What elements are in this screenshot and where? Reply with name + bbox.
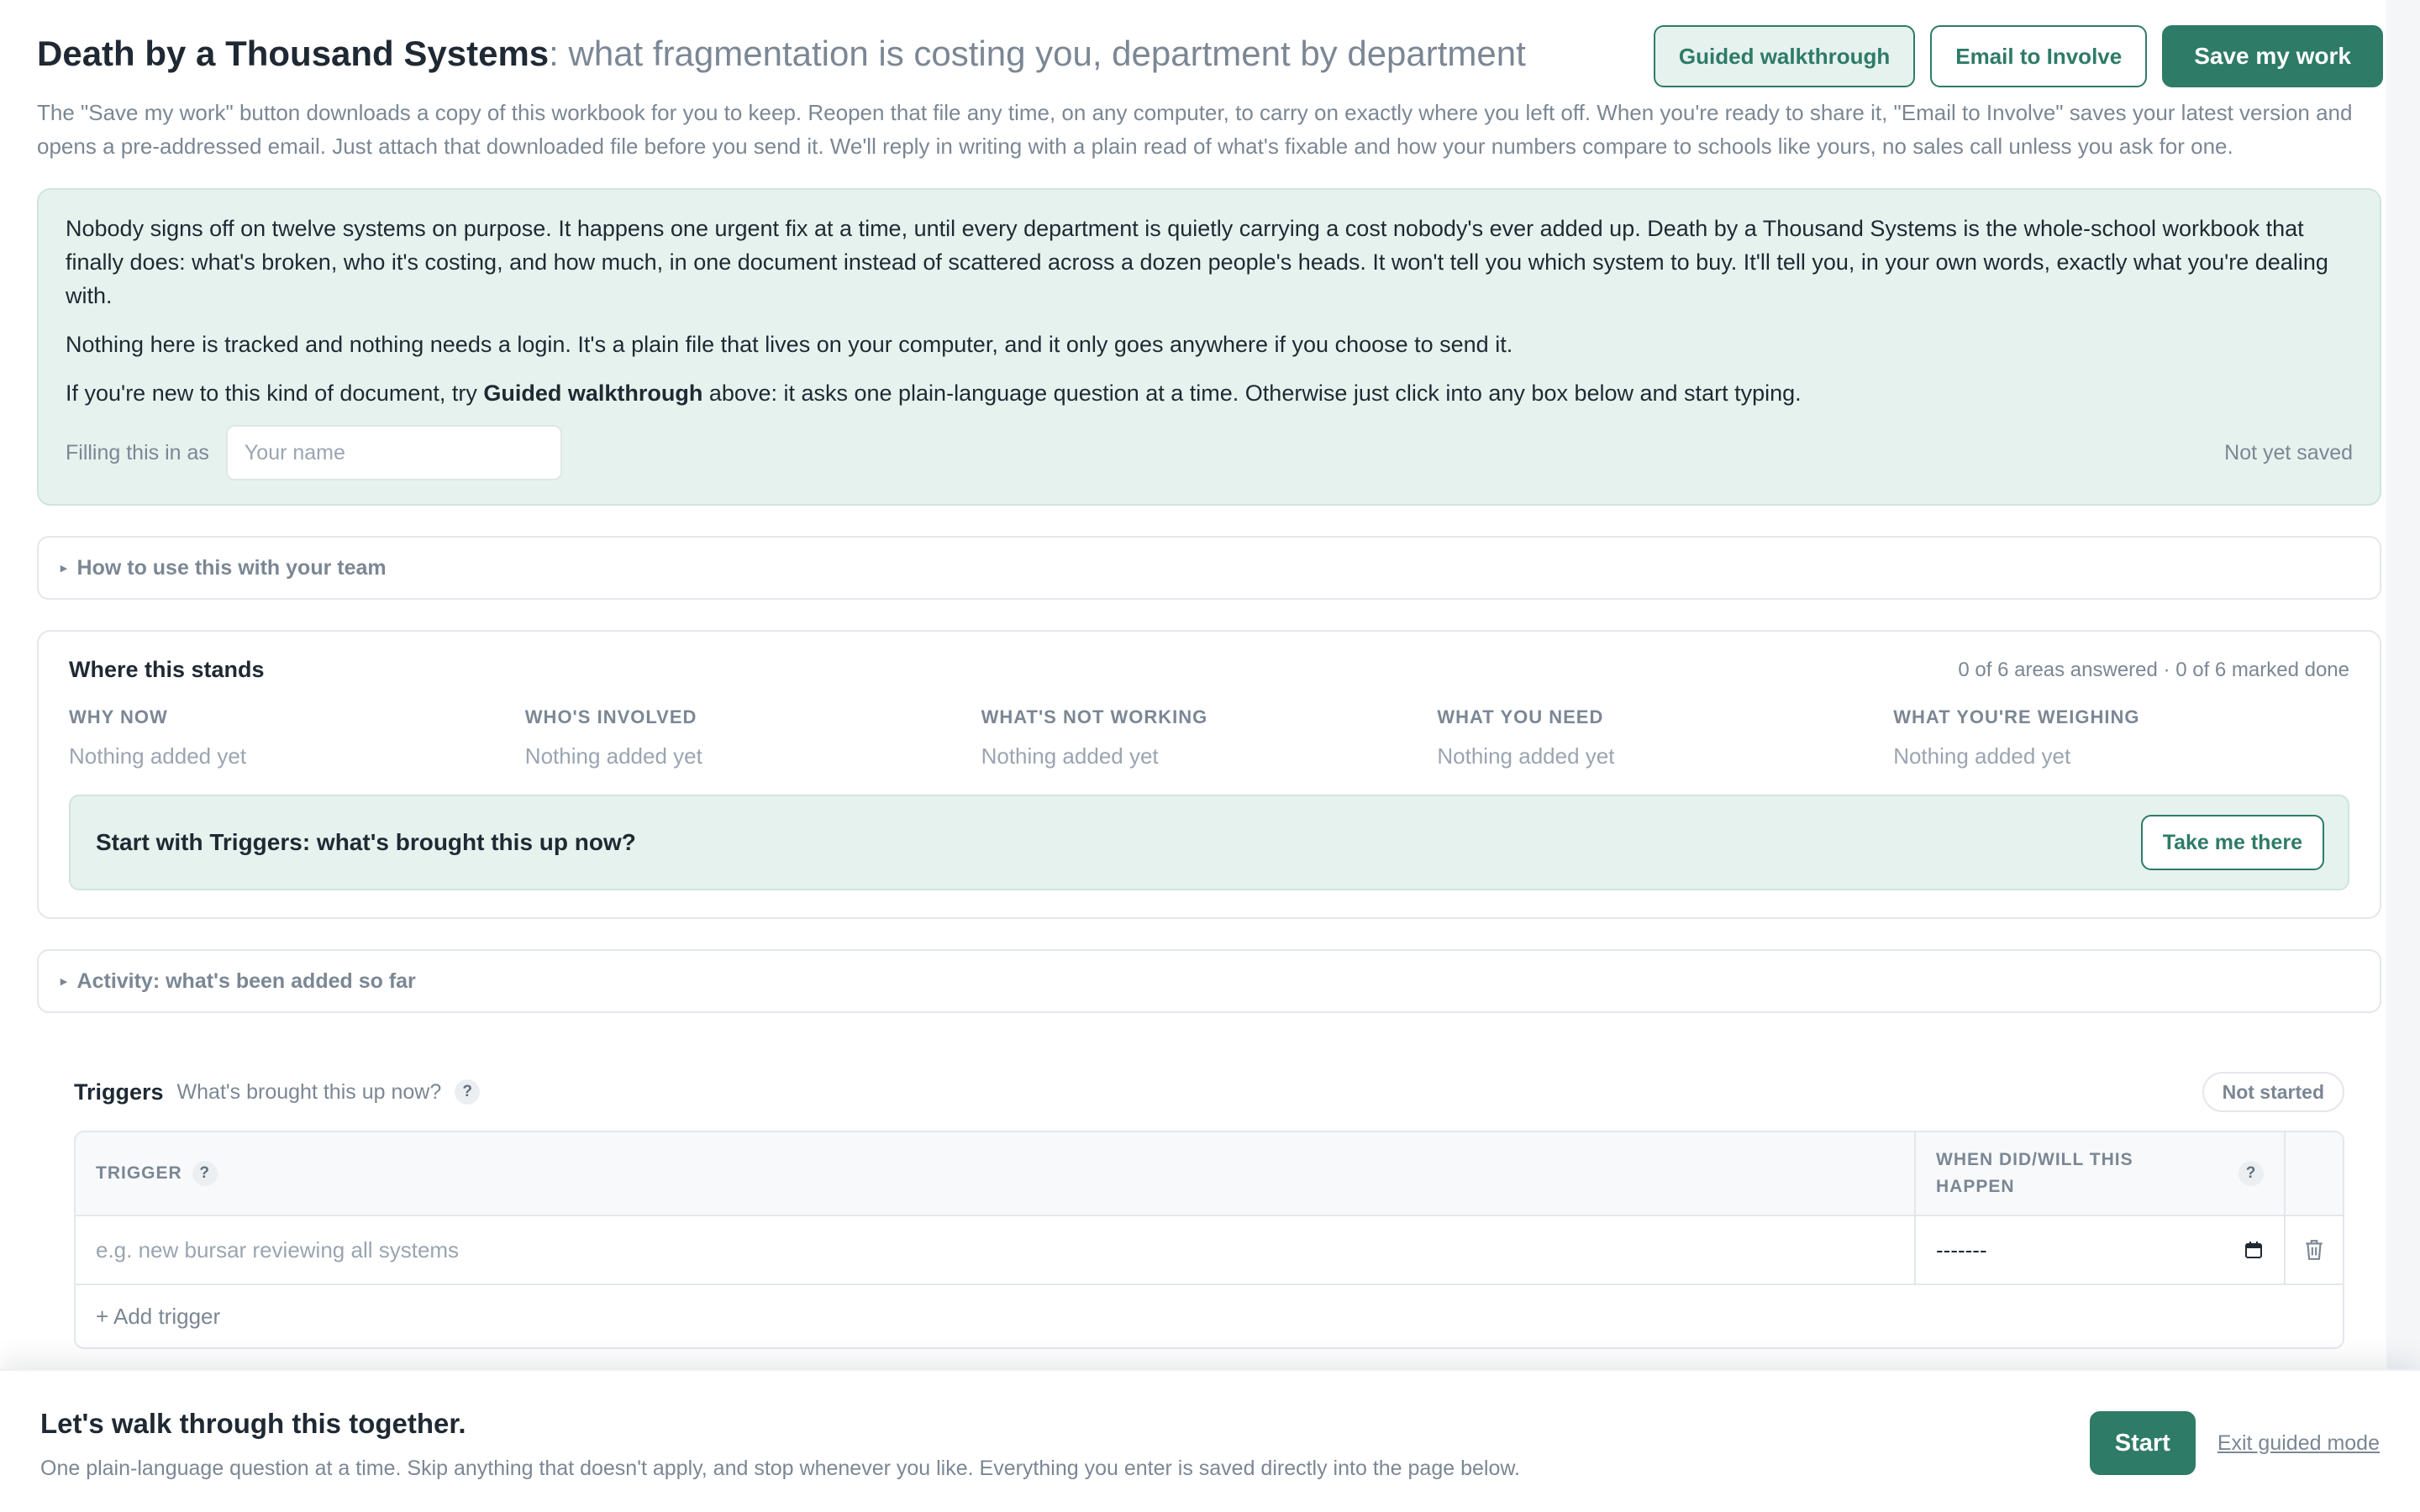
status-card: Where this stands 0 of 6 areas answered … — [37, 630, 2381, 919]
area-label: WHY NOW — [69, 706, 168, 727]
column-label: WHEN DID/WILL THIS HAPPEN — [1936, 1150, 2133, 1196]
guided-walkthrough-button[interactable]: Guided walkthrough — [1653, 25, 1916, 87]
trigger-input[interactable] — [96, 1236, 1894, 1263]
date-value: ------- — [1936, 1236, 1987, 1263]
hero-footer: Filling this in as Not yet saved — [66, 425, 2353, 480]
title-subtitle: : what fragmentation is costing you, dep… — [549, 34, 1526, 73]
area-label: WHAT'S NOT WORKING — [981, 706, 1208, 727]
save-my-work-button[interactable]: Save my work — [2162, 25, 2383, 87]
save-state-text: Not yet saved — [2224, 440, 2353, 465]
area-value: Nothing added yet — [1437, 743, 1615, 769]
area-value: Nothing added yet — [69, 743, 247, 769]
add-trigger-button[interactable]: + Add trigger — [76, 1285, 2343, 1347]
filling-label: Filling this in as — [66, 440, 209, 465]
triggers-table: TRIGGER? WHEN DID/WILL THIS HAPPEN? ----… — [74, 1131, 2344, 1349]
help-icon[interactable]: ? — [192, 1161, 218, 1186]
email-to-involve-button[interactable]: Email to Involve — [1930, 25, 2148, 87]
hero-paragraph-3: If you're new to this kind of document, … — [66, 376, 2353, 410]
page-header: Death by a Thousand Systems: what fragme… — [37, 24, 2383, 87]
area-what-you-need: WHAT YOU NEED Nothing added yet — [1437, 706, 1893, 769]
help-icon[interactable]: ? — [455, 1079, 481, 1105]
section-status-badge: Not started — [2202, 1072, 2344, 1112]
triggers-heading: Triggers What's brought this up now? ? — [74, 1079, 481, 1105]
area-value: Nothing added yet — [1893, 743, 2071, 769]
calendar-icon[interactable] — [2244, 1240, 2264, 1260]
status-areas: WHY NOW Nothing added yet WHO'S INVOLVED… — [69, 706, 2349, 769]
take-me-there-button[interactable]: Take me there — [2140, 815, 2324, 870]
column-header-actions — [2286, 1132, 2343, 1215]
area-what-youre-weighing: WHAT YOU'RE WEIGHING Nothing added yet — [1893, 706, 2349, 769]
date-input[interactable]: ------- — [1936, 1237, 2264, 1263]
hero-panel: Nobody signs off on twelve systems on pu… — [37, 188, 2381, 506]
next-step-banner: Start with Triggers: what's brought this… — [69, 795, 2349, 890]
status-title: Where this stands — [69, 657, 265, 682]
header-actions: Guided walkthrough Email to Involve Save… — [1653, 25, 2383, 87]
column-header-when: WHEN DID/WILL THIS HAPPEN? — [1916, 1132, 2286, 1215]
triggers-header: Triggers What's brought this up now? ? N… — [74, 1072, 2344, 1112]
title-main: Death by a Thousand Systems — [37, 34, 550, 73]
triggers-section: Triggers What's brought this up now? ? N… — [37, 1072, 2381, 1349]
page-title: Death by a Thousand Systems: what fragme… — [37, 24, 1526, 84]
hero-p3-bold: Guided walkthrough — [483, 381, 703, 406]
date-cell[interactable]: ------- — [1916, 1216, 2286, 1284]
column-label: TRIGGER — [96, 1163, 182, 1183]
triangle-right-icon: ▸ — [60, 974, 67, 989]
hero-paragraph-2: Nothing here is tracked and nothing need… — [66, 332, 1513, 357]
status-header: Where this stands 0 of 6 areas answered … — [69, 657, 2349, 683]
name-field-group: Filling this in as — [66, 425, 562, 480]
intro-text: The "Save my work" button downloads a co… — [37, 100, 2353, 159]
activity-toggle[interactable]: ▸ Activity: what's been added so far — [37, 949, 2381, 1013]
hero-p3-before: If you're new to this kind of document, … — [66, 381, 484, 406]
area-value: Nothing added yet — [524, 743, 702, 769]
trash-icon[interactable] — [2303, 1238, 2325, 1262]
delete-cell — [2286, 1216, 2343, 1284]
guide-text: Let's walk through this together. One pl… — [40, 1408, 1520, 1512]
area-label: WHO'S INVOLVED — [524, 706, 697, 727]
how-to-use-label: How to use this with your team — [76, 555, 387, 580]
hero-p3-after: above: it asks one plain-language questi… — [702, 381, 1802, 406]
exit-guided-mode-link[interactable]: Exit guided mode — [2217, 1431, 2380, 1456]
activity-label: Activity: what's been added so far — [76, 969, 416, 993]
area-why-now: WHY NOW Nothing added yet — [69, 706, 525, 769]
help-icon[interactable]: ? — [2238, 1161, 2264, 1186]
how-to-use-toggle[interactable]: ▸ How to use this with your team — [37, 536, 2381, 600]
section-name: Triggers — [74, 1079, 164, 1105]
table-header-row: TRIGGER? WHEN DID/WILL THIS HAPPEN? — [76, 1132, 2343, 1216]
workbook-page: Death by a Thousand Systems: what fragme… — [0, 0, 2420, 1512]
hero-paragraph-1: Nobody signs off on twelve systems on pu… — [66, 216, 2328, 308]
name-input[interactable] — [225, 425, 562, 480]
trigger-cell — [76, 1216, 1916, 1284]
triangle-right-icon: ▸ — [60, 561, 67, 575]
area-label: WHAT YOU NEED — [1437, 706, 1604, 727]
status-count: 0 of 6 areas answered · 0 of 6 marked do… — [1958, 658, 2349, 681]
area-value: Nothing added yet — [981, 743, 1159, 769]
section-question: What's brought this up now? — [176, 1079, 442, 1104]
start-button[interactable]: Start — [2089, 1411, 2196, 1475]
guided-mode-bar: Let's walk through this together. One pl… — [0, 1369, 2420, 1512]
area-label: WHAT YOU'RE WEIGHING — [1893, 706, 2140, 727]
next-step-text: Start with Triggers: what's brought this… — [96, 829, 636, 855]
guide-subtitle: One plain-language question at a time. S… — [40, 1457, 1520, 1480]
guide-title: Let's walk through this together. — [40, 1408, 466, 1439]
area-whos-involved: WHO'S INVOLVED Nothing added yet — [525, 706, 981, 769]
area-whats-not-working: WHAT'S NOT WORKING Nothing added yet — [981, 706, 1438, 769]
guide-actions: Start Exit guided mode — [2089, 1411, 2380, 1475]
table-row: ------- — [76, 1216, 2343, 1285]
column-header-trigger: TRIGGER? — [76, 1132, 1916, 1215]
